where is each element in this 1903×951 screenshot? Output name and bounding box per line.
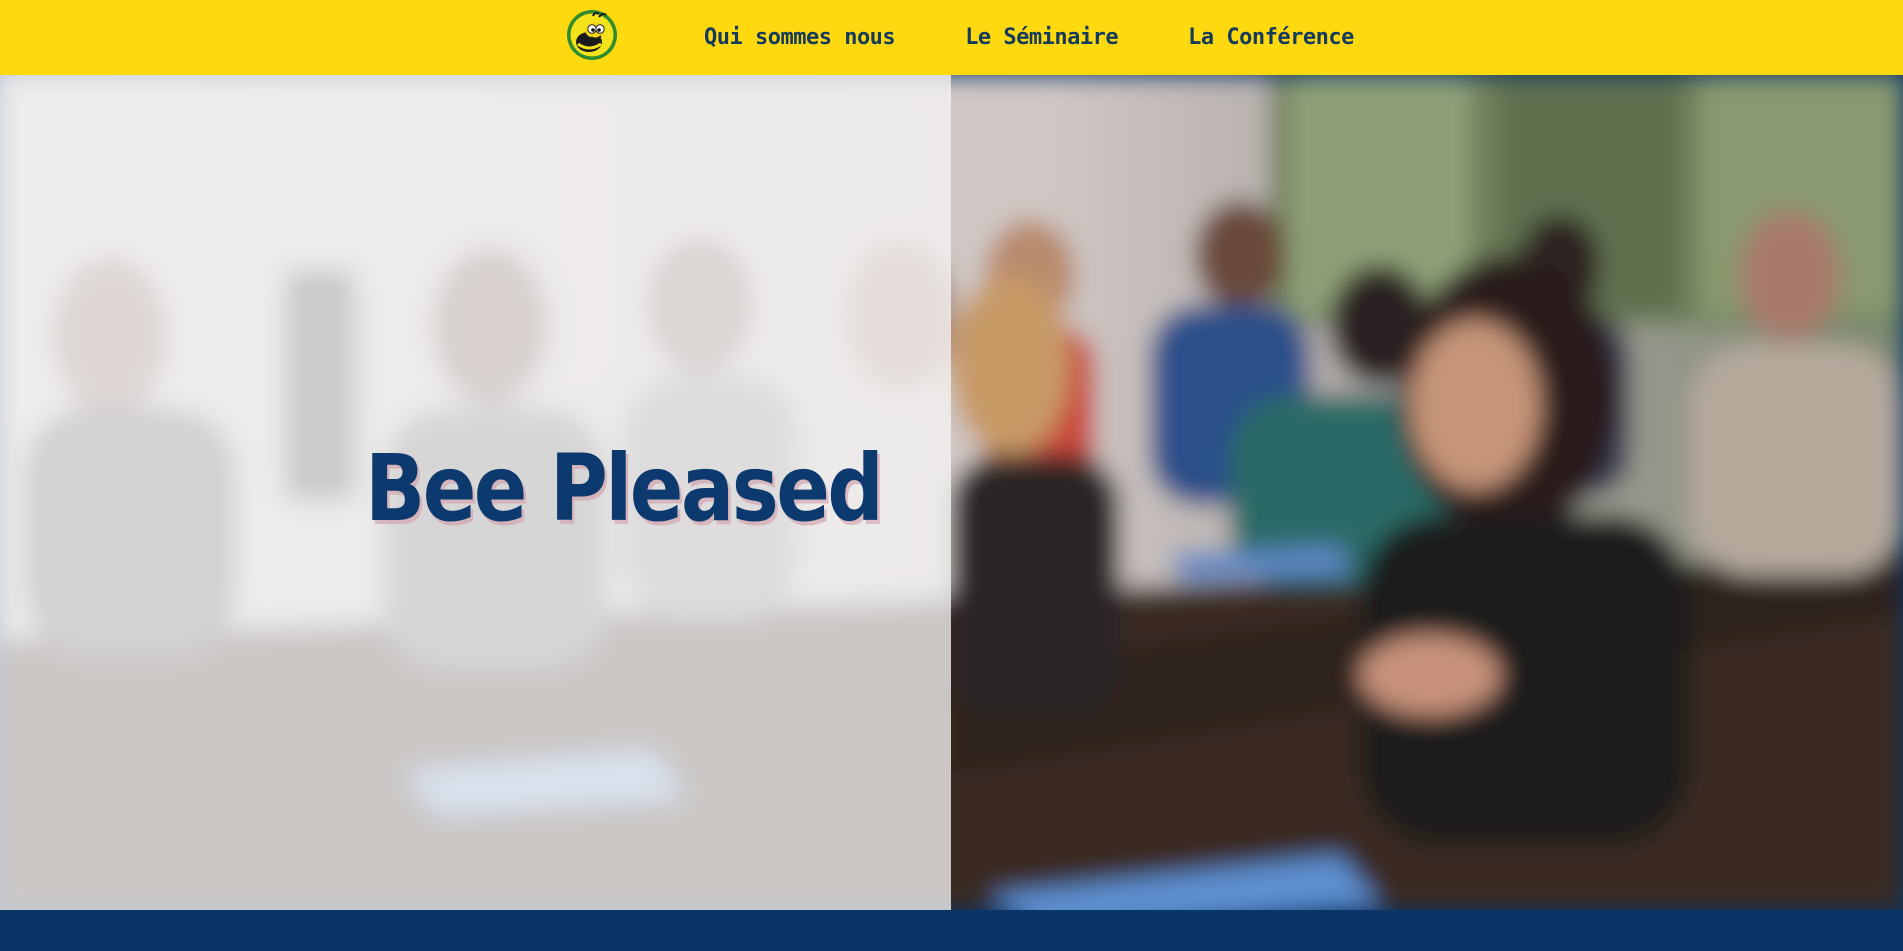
top-navigation-bar: Qui sommes nous Le Séminaire La Conféren… [0,0,1903,75]
bee-logo-icon[interactable] [565,8,619,62]
main-navigation: Qui sommes nous Le Séminaire La Conféren… [704,0,1354,75]
hero-title: Bee Pleased [365,435,884,542]
nav-link-qui-sommes-nous[interactable]: Qui sommes nous [704,25,896,50]
nav-link-le-seminaire[interactable]: Le Séminaire [965,25,1118,50]
hero-section: Bee Pleased [0,75,1903,910]
footer-bar [0,910,1903,951]
nav-link-la-conference[interactable]: La Conférence [1188,25,1354,50]
